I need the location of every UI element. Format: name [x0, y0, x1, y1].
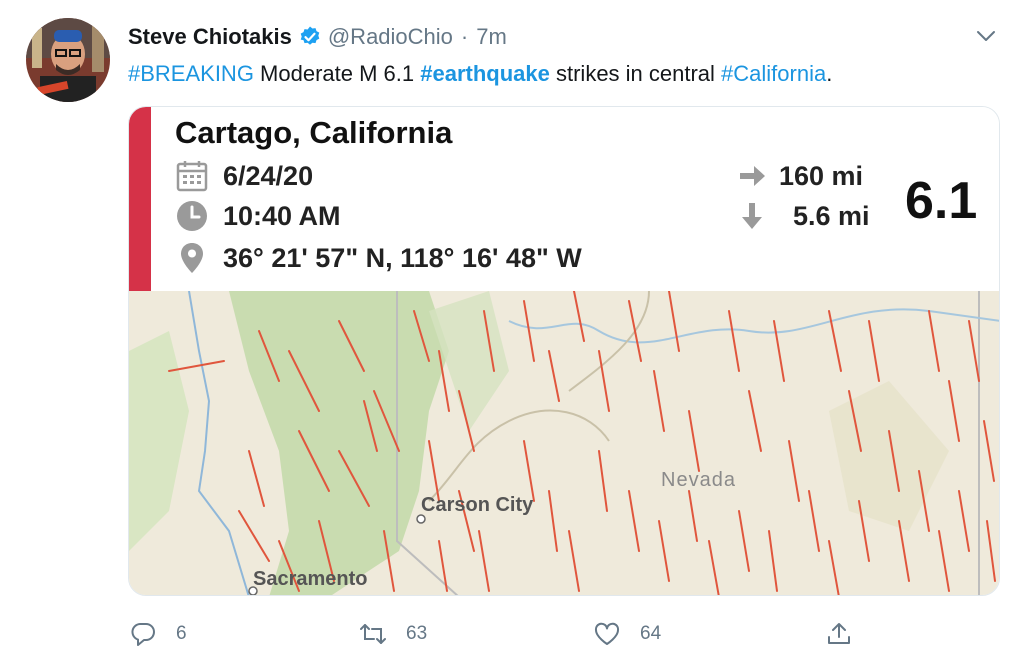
avatar[interactable]: [26, 18, 110, 102]
quake-info-panel: Cartago, California 6/24/20 10:40 AM 36°…: [129, 107, 999, 291]
arrow-down-icon: [742, 203, 762, 229]
calendar-icon: [176, 161, 208, 192]
quake-distance: 160 mi: [779, 160, 864, 191]
tweet-text-segment: strikes in central: [549, 61, 722, 86]
reply-button[interactable]: 6: [130, 618, 187, 650]
earthquake-card[interactable]: Cartago, California 6/24/20 10:40 AM 36°…: [128, 106, 1000, 596]
separator-dot: ·: [460, 24, 469, 49]
quake-distance-row: 160 mi: [737, 158, 863, 194]
tweet-header: Steve Chiotakis @RadioChio · 7m: [128, 20, 507, 54]
tweet-text-segment: Moderate M 6.1: [253, 61, 421, 86]
quake-time-row: 10:40 AM: [175, 198, 341, 234]
map-label-nevada: Nevada: [661, 469, 736, 491]
tweet-timestamp[interactable]: 7m: [476, 24, 507, 50]
quake-coordinates-row: 36° 21' 57" N, 118° 16' 48" W: [175, 240, 582, 276]
share-icon: [828, 623, 850, 644]
quake-coordinates: 36° 21' 57" N, 118° 16' 48" W: [223, 242, 582, 273]
quake-magnitude: 6.1: [905, 172, 978, 230]
reply-icon: [131, 623, 155, 646]
quake-date-row: 6/24/20: [175, 158, 313, 194]
quake-depth: 5.6 mi: [793, 200, 870, 231]
retweet-icon: [360, 624, 386, 644]
map-label-sacramento: Sacramento: [253, 568, 368, 590]
hashtag-california[interactable]: #California: [721, 61, 826, 86]
quake-location: Cartago, California: [175, 115, 453, 150]
tweet-actions: 6 63 64: [0, 618, 1026, 650]
verified-badge-icon: [298, 25, 322, 49]
like-icon: [594, 622, 620, 645]
map-label-carson-city: Carson City: [421, 494, 534, 516]
retweet-button[interactable]: 63: [360, 618, 427, 650]
like-count: 64: [640, 623, 662, 644]
quake-depth-row: 5.6 mi: [737, 198, 870, 234]
quake-time: 10:40 AM: [223, 200, 341, 231]
hashtag-earthquake[interactable]: #earthquake: [420, 61, 550, 86]
clock-icon: [177, 201, 207, 231]
like-button[interactable]: 64: [594, 618, 661, 650]
share-button[interactable]: [826, 618, 872, 650]
tweet-text: #BREAKING Moderate M 6.1 #earthquake str…: [128, 58, 832, 90]
quake-date: 6/24/20: [223, 160, 314, 191]
tweet-text-segment: .: [826, 61, 833, 86]
accent-bar: [129, 107, 151, 291]
author-name[interactable]: Steve Chiotakis: [128, 24, 292, 50]
retweet-count: 63: [406, 623, 428, 644]
hashtag-breaking[interactable]: #BREAKING: [128, 61, 254, 86]
chevron-down-icon[interactable]: [972, 24, 1000, 48]
author-handle[interactable]: @RadioChio: [328, 24, 453, 50]
reply-count: 6: [176, 623, 187, 644]
map-pin-icon: [181, 243, 203, 273]
arrow-right-icon: [740, 166, 765, 186]
fault-map: Carson City Sacramento Nevada: [129, 291, 999, 595]
